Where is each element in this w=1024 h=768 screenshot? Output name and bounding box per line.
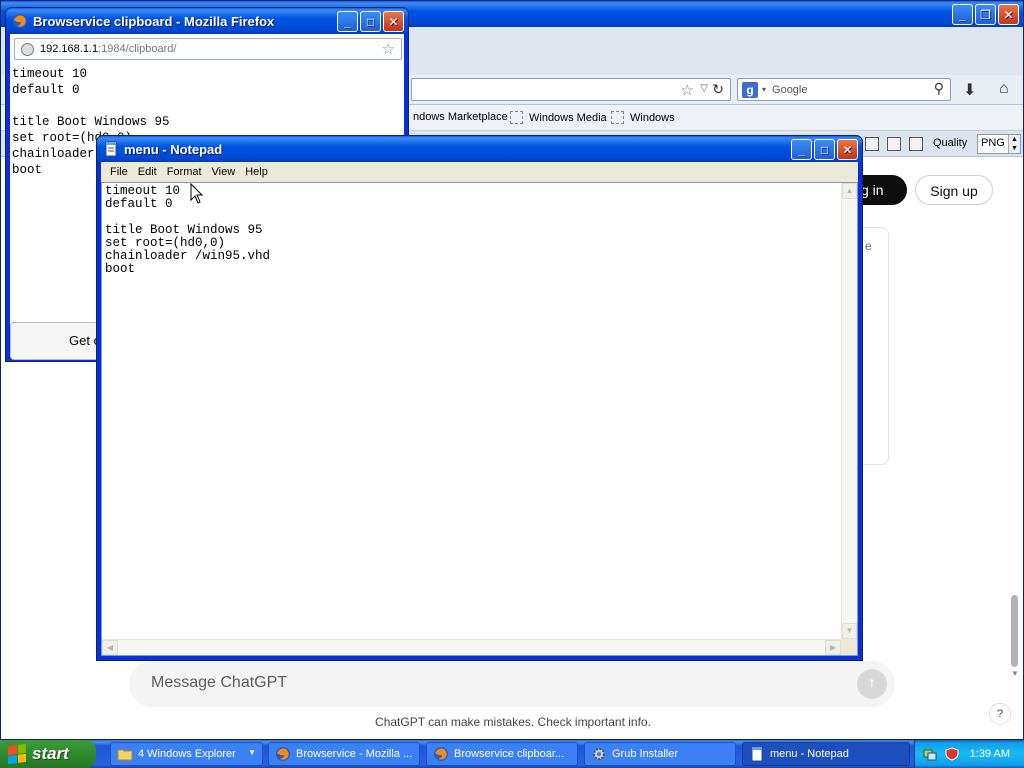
firefox-clipboard-titlebar[interactable]: Browservice clipboard - Mozilla Firefox …: [6, 8, 408, 34]
bookmark-item[interactable]: Windows: [611, 111, 675, 124]
minimize-button[interactable]: _: [952, 4, 973, 25]
clipboard-icon[interactable]: [909, 137, 923, 151]
start-label: start: [32, 744, 69, 763]
clock[interactable]: 1:39 AM: [970, 748, 1010, 760]
menu-bar: File Edit Format View Help: [101, 162, 858, 182]
scroll-right-icon[interactable]: ▶: [825, 640, 841, 655]
maximize-button[interactable]: □: [814, 139, 835, 160]
horizontal-scrollbar[interactable]: ◀ ▶: [102, 639, 841, 655]
message-placeholder: Message ChatGPT: [151, 674, 288, 691]
editor-text[interactable]: timeout 10 default 0 title Boot Windows 9…: [105, 185, 270, 276]
menu-view[interactable]: View: [212, 166, 236, 178]
notepad-editor[interactable]: timeout 10 default 0 title Boot Windows 9…: [101, 182, 858, 656]
reload-icon[interactable]: ↻: [712, 81, 724, 98]
disclaimer-text: ChatGPT can make mistakes. Check importa…: [375, 715, 651, 729]
url-bar[interactable]: 192.168.1.1:1984/clipboard/ ☆: [14, 38, 402, 60]
send-button[interactable]: ↑: [857, 669, 887, 699]
notepad-titlebar[interactable]: menu - Notepad _ □ ✕: [97, 136, 862, 162]
taskbar-item-notepad[interactable]: menu - Notepad: [742, 742, 910, 766]
firefox-icon: [276, 747, 290, 761]
close-button[interactable]: ✕: [383, 11, 404, 32]
system-tray: 1:39 AM: [914, 740, 1024, 768]
menu-help[interactable]: Help: [245, 166, 268, 178]
vertical-scrollbar[interactable]: ▲ ▼: [841, 183, 857, 639]
group-dropdown-icon[interactable]: ▼: [248, 748, 256, 757]
scroll-left-icon[interactable]: ◀: [102, 640, 118, 655]
signup-button[interactable]: Sign up: [915, 175, 993, 205]
close-button[interactable]: ✕: [837, 139, 858, 160]
home-icon[interactable]: ⌂: [999, 80, 1009, 98]
notepad-icon: [105, 141, 117, 157]
security-shield-icon[interactable]: [945, 747, 959, 761]
url-dropdown-icon[interactable]: ▽: [700, 83, 708, 94]
google-icon[interactable]: g: [742, 81, 758, 98]
bookmark-item[interactable]: Windows Media: [510, 111, 607, 124]
globe-icon: [21, 42, 34, 56]
message-input[interactable]: Message ChatGPT ↑: [129, 661, 895, 707]
page-icon[interactable]: [865, 137, 879, 151]
bookmark-star-icon[interactable]: ☆: [382, 40, 395, 58]
search-engine-dropdown-icon[interactable]: ▾: [762, 85, 766, 94]
menu-edit[interactable]: Edit: [138, 166, 157, 178]
scroll-up-icon[interactable]: ▲: [842, 183, 857, 199]
start-button[interactable]: start: [0, 740, 96, 768]
mouse-cursor-icon: [190, 183, 204, 204]
taskbar-item-grub-installer[interactable]: Grub Installer: [584, 742, 736, 766]
download-icon[interactable]: ⬇: [963, 80, 976, 100]
bookmark-folder-icon: [611, 111, 624, 124]
restore-button[interactable]: ❐: [975, 4, 996, 25]
page-scrollbar[interactable]: ▼: [1005, 157, 1023, 739]
format-value: PNG: [981, 137, 1005, 149]
format-select[interactable]: PNG ▲ ▼: [977, 134, 1021, 154]
taskbar: start 4 Windows Explorer ▼ Browservice -…: [0, 740, 1024, 768]
taskbar-item-clipboard[interactable]: Browservice clipboar...: [426, 742, 578, 766]
minimize-button[interactable]: _: [791, 139, 812, 160]
format-spinner[interactable]: ▲ ▼: [1008, 135, 1020, 153]
window-title: Browservice clipboard - Mozilla Firefox: [33, 13, 275, 29]
firefox-icon: [434, 747, 448, 761]
close-button[interactable]: ✕: [998, 4, 1019, 25]
url-bar[interactable]: ☆ ▽ ↻: [411, 78, 731, 101]
quality-label: Quality: [933, 137, 968, 149]
network-icon[interactable]: [923, 747, 937, 761]
scrollbar-thumb[interactable]: [1011, 595, 1018, 667]
window-title: menu - Notepad: [124, 141, 223, 157]
firefox-icon: [13, 14, 27, 28]
menu-format[interactable]: Format: [167, 166, 202, 178]
taskbar-item-browservice[interactable]: Browservice - Mozilla ...: [268, 742, 420, 766]
gear-icon: [593, 748, 605, 760]
folder-icon: [117, 749, 133, 761]
notepad-window: menu - Notepad _ □ ✕ File Edit Format Vi…: [96, 135, 863, 661]
bookmark-item[interactable]: ndows Marketplace: [413, 111, 508, 123]
url-host: 192.168.1.1: [40, 43, 99, 55]
scroll-down-icon[interactable]: ▼: [842, 623, 857, 639]
url-path: :1984/clipboard/: [98, 43, 177, 55]
windows-logo-icon: [8, 743, 26, 765]
notepad-icon: [751, 746, 763, 762]
taskbar-item-explorer[interactable]: 4 Windows Explorer ▼: [110, 742, 263, 766]
card-text-fragment: e: [865, 239, 872, 253]
bookmark-folder-icon: [510, 111, 523, 124]
resize-grip[interactable]: [841, 639, 857, 655]
menu-file[interactable]: File: [110, 166, 128, 178]
search-placeholder: Google: [772, 83, 808, 96]
maximize-button[interactable]: □: [360, 11, 381, 32]
bookmark-star-icon[interactable]: ☆: [681, 81, 694, 99]
search-box[interactable]: g ▾ Google ⚲: [737, 78, 951, 101]
scroll-down-icon[interactable]: ▼: [1011, 669, 1019, 678]
help-button[interactable]: ?: [989, 703, 1011, 725]
minimize-button[interactable]: _: [337, 11, 358, 32]
find-icon[interactable]: [887, 137, 901, 151]
search-icon[interactable]: ⚲: [934, 80, 944, 97]
